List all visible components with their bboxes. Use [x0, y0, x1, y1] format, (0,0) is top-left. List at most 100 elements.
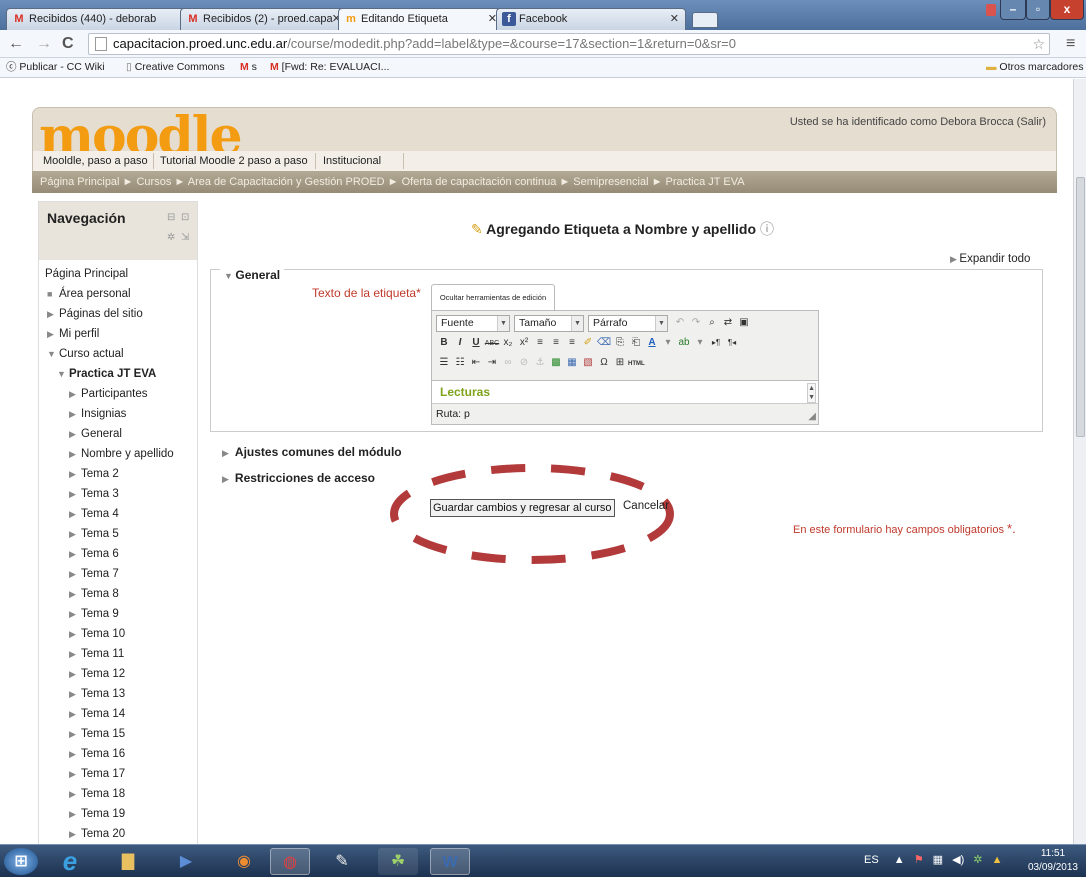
menu-item-moodle-paso[interactable]: Mooldle, paso a paso: [43, 151, 148, 171]
page-scrollbar[interactable]: [1073, 79, 1086, 844]
network-icon[interactable]: ☘: [378, 848, 418, 875]
new-tab-button[interactable]: [692, 12, 718, 28]
nav-item-tema-18[interactable]: ▶ Tema 18: [69, 788, 125, 800]
address-bar[interactable]: capacitacion.proed.unc.edu.ar/course/mod…: [88, 33, 1050, 55]
find-icon[interactable]: ⌕: [704, 315, 720, 331]
size-select[interactable]: Tamaño ▼: [514, 315, 584, 332]
rtl-icon[interactable]: ¶◂: [724, 335, 740, 351]
nav-item-tema-8[interactable]: ▶ Tema 8: [69, 588, 119, 600]
close-window-button[interactable]: x: [1050, 0, 1084, 20]
section-access-restrictions[interactable]: ▶ Restricciones de acceso: [222, 471, 375, 485]
subscript-icon[interactable]: x₂: [500, 335, 516, 351]
move-icon[interactable]: ⇲: [181, 232, 189, 243]
nav-item-tema-11[interactable]: ▶ Tema 11: [69, 648, 124, 660]
nav-item-insignias[interactable]: ▶ Insignias: [69, 408, 126, 420]
nav-item-tema-3[interactable]: ▶ Tema 3: [69, 488, 119, 500]
tab-editando-etiqueta[interactable]: m Editando Etiqueta ✕: [338, 8, 504, 31]
nav-item-area-personal[interactable]: ■ Área personal: [47, 288, 131, 300]
fullscreen-icon[interactable]: ▣: [736, 315, 752, 331]
replace-icon[interactable]: ⇄: [720, 315, 736, 331]
nav-item-tema-6[interactable]: ▶ Tema 6: [69, 548, 119, 560]
cancel-button[interactable]: Cancelar: [623, 500, 669, 512]
reload-icon[interactable]: C: [62, 35, 74, 53]
clean-icon[interactable]: ✐: [580, 335, 596, 351]
scrollbar-thumb[interactable]: [1076, 177, 1085, 437]
paste-word-icon[interactable]: ⎗: [628, 335, 644, 351]
nav-item-participantes[interactable]: ▶ Participantes: [69, 388, 147, 400]
breadcrumb[interactable]: Página Principal ► Cursos ► Area de Capa…: [32, 171, 1057, 193]
forward-icon[interactable]: →: [36, 35, 52, 53]
unlink-icon[interactable]: ⊘: [516, 355, 532, 371]
show-hidden-icons-icon[interactable]: ▲: [894, 854, 905, 866]
nav-item-tema-5[interactable]: ▶ Tema 5: [69, 528, 119, 540]
nav-item-tema-16[interactable]: ▶ Tema 16: [69, 748, 125, 760]
nav-item-nombre-apellido[interactable]: ▶ Nombre y apellido: [69, 448, 174, 460]
flag-icon[interactable]: ⚑: [914, 854, 924, 866]
underline-icon[interactable]: U: [468, 335, 484, 351]
bookmark-cc-wiki[interactable]: ⓒ Publicar - CC Wiki: [6, 58, 105, 77]
highlight-color-icon[interactable]: ab: [676, 335, 692, 351]
gear-icon[interactable]: ✲: [167, 232, 175, 243]
align-left-icon[interactable]: ≡: [532, 335, 548, 351]
outdent-icon[interactable]: ⇤: [468, 355, 484, 371]
nav-item-paginas-sitio[interactable]: ▶ Páginas del sitio: [47, 308, 143, 320]
nav-item-tema-13[interactable]: ▶ Tema 13: [69, 688, 125, 700]
menu-item-tutorial[interactable]: Tutorial Moodle 2 paso a paso: [160, 151, 308, 171]
omega-icon[interactable]: Ω: [596, 355, 612, 371]
align-right-icon[interactable]: ≡: [564, 335, 580, 351]
maximize-button[interactable]: ▫: [1026, 0, 1050, 20]
back-icon[interactable]: ←: [8, 35, 24, 53]
eraser-icon[interactable]: ⌫: [596, 335, 612, 351]
nav-item-mi-perfil[interactable]: ▶ Mi perfil: [47, 328, 99, 340]
media-player-icon[interactable]: ▶: [166, 848, 206, 875]
chevron-down-icon[interactable]: ▾: [660, 335, 676, 351]
indent-icon[interactable]: ⇥: [484, 355, 500, 371]
nav-item-tema-10[interactable]: ▶ Tema 10: [69, 628, 125, 640]
user-icon[interactable]: [986, 4, 996, 16]
bold-icon[interactable]: B: [436, 335, 452, 351]
align-center-icon[interactable]: ≡: [548, 335, 564, 351]
help-icon[interactable]: ⓘ: [760, 221, 774, 237]
nolink-icon[interactable]: ▧: [580, 355, 596, 371]
nav-item-tema-2[interactable]: ▶ Tema 2: [69, 468, 119, 480]
strikethrough-icon[interactable]: ABC: [484, 336, 500, 352]
anchor-icon[interactable]: ⚓: [532, 355, 548, 371]
menu-icon[interactable]: ≡: [1066, 35, 1075, 53]
nav-item-tema-7[interactable]: ▶ Tema 7: [69, 568, 119, 580]
bookmark-fwd[interactable]: M [Fwd: Re: EVALUACI...: [270, 58, 389, 77]
nav-item-pagina-principal[interactable]: Página Principal: [45, 268, 128, 280]
editor-content-area[interactable]: Lecturas ▲ ▼: [432, 380, 818, 403]
nav-item-tema-19[interactable]: ▶ Tema 19: [69, 808, 125, 820]
drive-icon[interactable]: ▲: [992, 854, 1003, 866]
link-icon[interactable]: ∞: [500, 355, 516, 371]
ltr-icon[interactable]: ▸¶: [708, 335, 724, 351]
format-select[interactable]: Párrafo ▼: [588, 315, 668, 332]
section-common-settings[interactable]: ▶ Ajustes comunes del módulo: [222, 445, 402, 459]
bookmark-creative-commons[interactable]: ▯ Creative Commons: [126, 58, 225, 77]
image-icon[interactable]: ▩: [548, 355, 564, 371]
redo-icon[interactable]: ↷: [688, 315, 704, 331]
firefox-icon[interactable]: ◉: [224, 848, 264, 875]
internet-explorer-icon[interactable]: e: [50, 848, 90, 875]
bullet-list-icon[interactable]: ☰: [436, 355, 452, 371]
chevron-down-icon[interactable]: ▾: [692, 335, 708, 351]
word-icon[interactable]: W: [430, 848, 470, 875]
html-icon[interactable]: HTML: [628, 356, 645, 372]
general-legend[interactable]: ▼ General: [220, 268, 285, 282]
bookmark-gmail-s[interactable]: M s: [240, 58, 257, 77]
font-select[interactable]: Fuente ▼: [436, 315, 510, 332]
superscript-icon[interactable]: x²: [516, 335, 532, 351]
nav-item-curso-actual[interactable]: ▼ Curso actual: [47, 348, 124, 360]
clock[interactable]: 11:51 03/09/2013: [1028, 847, 1078, 875]
tab-gmail-2[interactable]: M Recibidos (2) - proed.capa ✕: [180, 8, 348, 30]
collapse-icon[interactable]: ⊟: [167, 212, 175, 223]
star-icon[interactable]: ☆: [1032, 34, 1045, 54]
hide-editor-tools-tab[interactable]: Ocultar herramientas de edición: [431, 284, 555, 310]
nav-item-tema-14[interactable]: ▶ Tema 14: [69, 708, 125, 720]
nav-item-tema-20[interactable]: ▶ Tema 20: [69, 828, 125, 840]
nav-item-tema-17[interactable]: ▶ Tema 17: [69, 768, 125, 780]
nav-item-practica-jt-eva[interactable]: ▼ Practica JT EVA: [57, 368, 156, 380]
media-icon[interactable]: ▦: [564, 355, 580, 371]
bookmark-other[interactable]: ▬ Otros marcadores: [986, 58, 1083, 77]
volume-icon[interactable]: ◀): [952, 854, 964, 866]
